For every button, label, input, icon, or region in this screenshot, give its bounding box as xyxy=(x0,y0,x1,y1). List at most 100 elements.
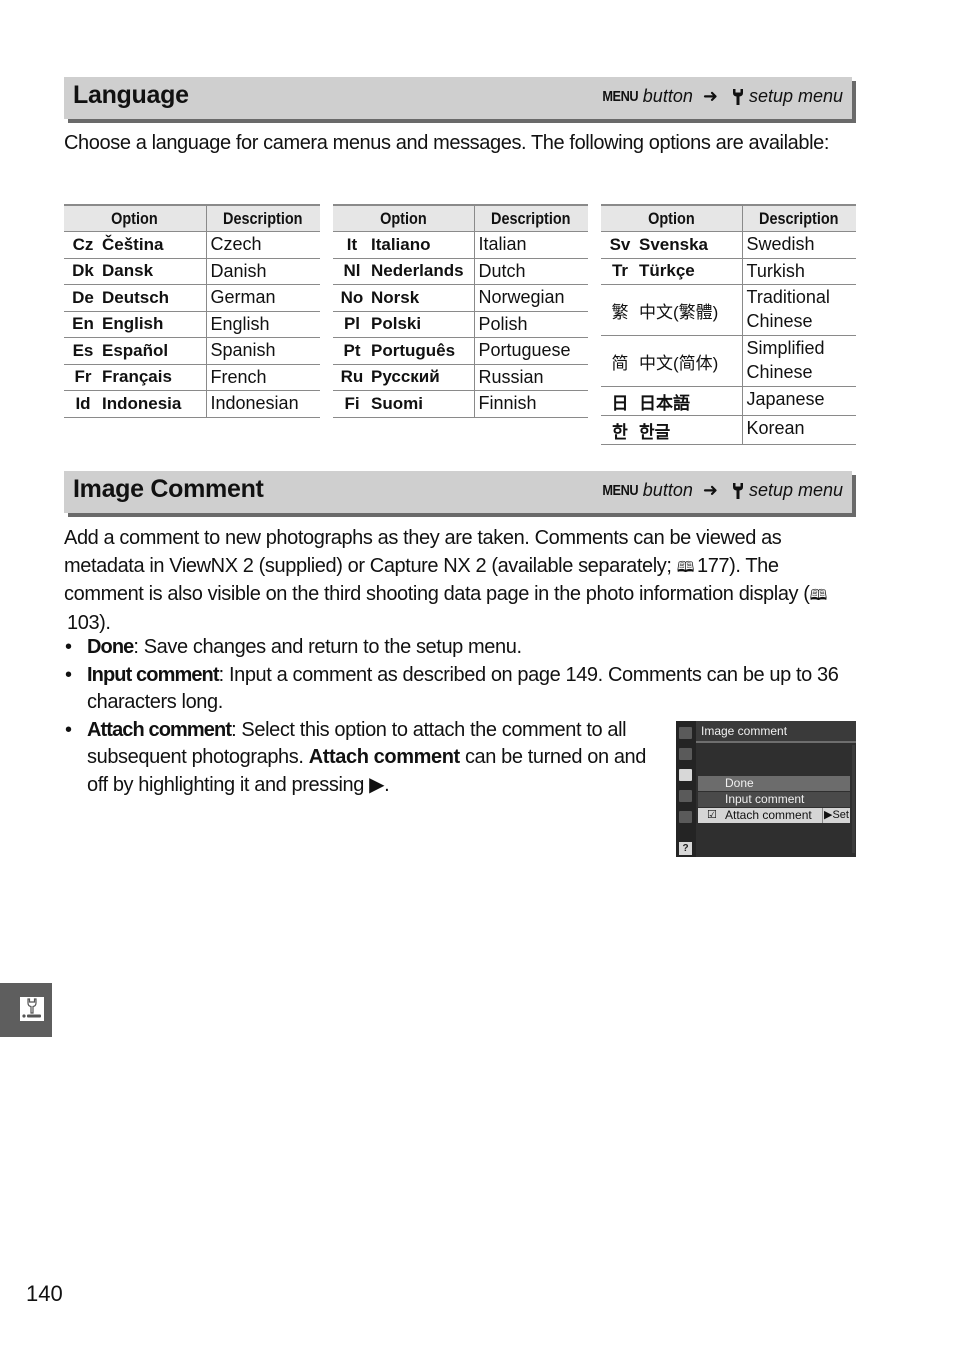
language-description: Korean xyxy=(741,415,856,445)
language-name: Suomi xyxy=(371,393,423,413)
image-comment-section-header: Image Comment MENU button ➜ setup menu xyxy=(64,471,852,513)
camera-menu-item-attach-comment: ☑ Attach comment ▶Set xyxy=(698,808,850,823)
language-description: Spanish xyxy=(205,337,320,365)
language-code: 简 xyxy=(611,353,629,373)
bullet-attach-comment: Attach comment: Select this option to at… xyxy=(64,717,662,800)
menu-label: MENU xyxy=(601,482,638,499)
bullet-term: Done xyxy=(87,636,134,658)
language-name: Nederlands xyxy=(371,261,464,281)
book-reference-icon: 🕮 xyxy=(676,558,695,576)
language-description: English xyxy=(205,311,320,338)
help-icon: ? xyxy=(679,842,692,855)
language-description: Norwegian xyxy=(473,284,588,312)
language-description: Danish xyxy=(205,258,320,285)
column-header-description: Description xyxy=(205,205,320,232)
camera-menu-item-input-comment: Input comment xyxy=(698,792,850,807)
language-name: Deutsch xyxy=(102,287,170,307)
language-description: Simplified Chinese xyxy=(741,335,856,387)
setup-menu-side-tab xyxy=(0,983,52,1037)
table-row: Cz Čeština Czech xyxy=(64,231,320,259)
language-name: Português xyxy=(371,340,456,360)
bullet-input-comment: Input comment: Input a comment as descri… xyxy=(64,662,859,717)
language-description: German xyxy=(205,284,320,312)
language-description: Polish xyxy=(473,311,588,338)
table-row: Es Español Spanish xyxy=(64,337,320,365)
column-header-option: Option xyxy=(333,205,474,232)
language-description: Italian xyxy=(473,231,588,259)
language-description: Turkish xyxy=(741,258,856,285)
language-code: Es xyxy=(72,340,94,360)
button-text: button xyxy=(642,86,693,106)
table-row: 繁中文(繁體) Traditional Chinese xyxy=(601,284,856,336)
setup-menu-icon xyxy=(679,769,692,781)
table-row: No Norsk Norwegian xyxy=(333,284,588,312)
language-title: Language xyxy=(73,81,189,109)
column-header-description: Description xyxy=(741,205,856,232)
language-description: Japanese xyxy=(741,386,856,416)
language-description: Portuguese xyxy=(473,337,588,365)
language-section-header: Language MENU button ➜ setup menu xyxy=(64,77,852,119)
wrench-icon xyxy=(732,88,744,106)
menu-label: MENU xyxy=(601,88,638,105)
language-code: Pl xyxy=(343,314,361,334)
bullet-term: Input comment xyxy=(87,663,220,686)
bullet-term: Attach comment xyxy=(87,718,232,741)
language-name: 日本語 xyxy=(639,393,690,413)
set-action: ▶Set xyxy=(822,808,849,823)
column-header-description: Description xyxy=(473,205,588,232)
language-description: Dutch xyxy=(473,258,588,285)
table-row: 简中文(简体) Simplified Chinese xyxy=(601,335,856,387)
camera-menu-screenshot: ? Image comment Done Input comment ☑ Att… xyxy=(676,721,856,857)
language-description: Czech xyxy=(205,231,320,259)
setup-menu-icon xyxy=(20,997,44,1021)
language-name: 한글 xyxy=(639,422,671,442)
language-code: Sv xyxy=(609,234,631,254)
camera-menu-sidebar: ? xyxy=(676,721,696,857)
table-row: Fi Suomi Finnish xyxy=(333,390,588,418)
language-code: Cz xyxy=(72,234,94,254)
language-name: Türkçe xyxy=(639,261,695,281)
language-code: No xyxy=(340,287,364,307)
recent-settings-icon xyxy=(679,811,692,823)
image-comment-crumb: MENU button ➜ setup menu xyxy=(596,480,843,501)
camera-menu-title-bar: Image comment xyxy=(696,721,856,743)
language-name: Русский xyxy=(371,367,440,387)
language-name: Français xyxy=(102,367,172,387)
setup-menu-text: setup menu xyxy=(748,86,843,106)
language-name: 中文(简体) xyxy=(639,353,719,373)
language-name: 中文(繁體) xyxy=(639,302,719,322)
wrench-icon xyxy=(732,482,744,500)
camera-menu-item-label: Attach comment xyxy=(725,808,812,822)
language-name: Dansk xyxy=(102,261,154,281)
language-name: Italiano xyxy=(371,234,431,254)
table-row: Tr Türkçe Turkish xyxy=(601,258,856,285)
image-comment-intro: Add a comment to new photographs as they… xyxy=(64,525,859,637)
bullet-done: Done: Save changes and return to the set… xyxy=(64,634,859,662)
language-name: Español xyxy=(102,340,169,360)
page-reference[interactable]: 177 xyxy=(697,555,730,577)
table-row: Ru Русский Russian xyxy=(333,364,588,391)
table-row: Fr Français French xyxy=(64,364,320,391)
language-name: Čeština xyxy=(102,234,164,254)
language-code: Pt xyxy=(343,340,361,360)
bullet-bold-inline: Attach comment xyxy=(308,746,460,768)
camera-menu-scrollbar xyxy=(852,745,855,853)
language-code: De xyxy=(72,287,94,307)
language-table-2: Option Description It Italiano Italian Nl N… xyxy=(333,204,588,418)
language-table-3: Option Description Sv Svenska Swedish Tr Tü… xyxy=(601,204,856,445)
column-header-option: Option xyxy=(64,205,206,232)
table-row: En English English xyxy=(64,311,320,338)
table-row: Dk Dansk Danish xyxy=(64,258,320,285)
page-reference[interactable]: 103 xyxy=(67,612,100,634)
shooting-menu-icon xyxy=(679,748,692,760)
setup-menu-text: setup menu xyxy=(748,480,843,500)
button-text: button xyxy=(642,480,693,500)
image-comment-title: Image Comment xyxy=(73,475,264,503)
table-row: Pl Polski Polish xyxy=(333,311,588,338)
book-reference-icon: 🕮 xyxy=(809,587,828,604)
language-name: Polski xyxy=(371,314,422,334)
table-row: Id Indonesia Indonesian xyxy=(64,390,320,418)
language-code: Dk xyxy=(72,261,94,281)
language-crumb: MENU button ➜ setup menu xyxy=(596,86,843,107)
language-code: It xyxy=(346,234,358,254)
